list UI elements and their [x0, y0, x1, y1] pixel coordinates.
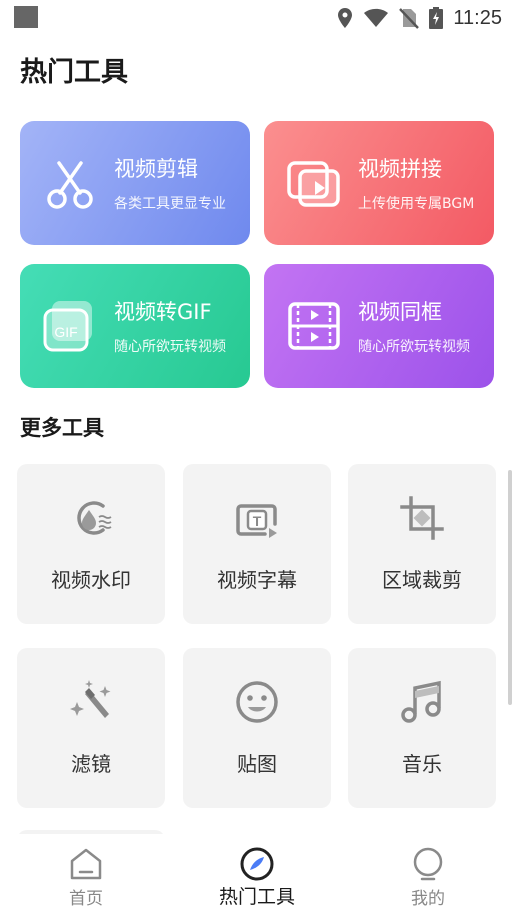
card-subtitle: 随心所欲玩转视频: [114, 339, 226, 355]
tool-label: 视频水印: [51, 568, 131, 592]
bottom-navigation: 首页 热门工具 我的: [0, 834, 514, 913]
split-video-icon: [288, 302, 340, 350]
video-stack-icon: [287, 161, 340, 207]
scissors-icon: [47, 161, 93, 209]
status-icons: 11:25: [337, 6, 502, 30]
card-title: 视频转GIF: [114, 300, 212, 324]
gif-icon: GIF: [43, 301, 92, 352]
nav-item-hot-tools[interactable]: 热门工具: [197, 834, 317, 913]
card-title: 视频同框: [358, 300, 442, 324]
svg-text:T: T: [253, 513, 262, 529]
tool-label: 区域裁剪: [382, 568, 462, 592]
wifi-icon: [364, 8, 389, 27]
nav-label: 热门工具: [218, 886, 295, 908]
music-note-icon: [401, 680, 441, 723]
status-bar: 11:25: [0, 0, 514, 36]
feature-card-video-to-gif[interactable]: GIF 视频转GIF 随心所欲玩转视频: [20, 264, 250, 388]
status-time: 11:25: [453, 6, 502, 29]
card-title: 视频剪辑: [114, 157, 198, 181]
nav-label: 首页: [69, 889, 103, 909]
profile-icon: [413, 847, 443, 881]
card-subtitle: 各类工具更显专业: [114, 196, 226, 212]
nav-label: 我的: [411, 889, 445, 909]
subtitle-icon: T: [236, 504, 277, 538]
tool-label: 滤镜: [71, 752, 111, 776]
card-subtitle: 随心所欲玩转视频: [358, 339, 470, 355]
nav-item-home[interactable]: 首页: [26, 834, 146, 913]
page-title: 热门工具: [20, 57, 128, 88]
tool-video-watermark[interactable]: 视频水印: [17, 464, 165, 624]
no-sim-icon: [399, 8, 420, 29]
feature-card-video-merge[interactable]: 视频拼接 上传使用专属BGM: [264, 121, 494, 245]
crop-icon: [400, 496, 444, 540]
feature-card-video-split-screen[interactable]: 视频同框 随心所欲玩转视频: [264, 264, 494, 388]
tool-filter[interactable]: 滤镜: [17, 648, 165, 808]
card-title: 视频拼接: [358, 157, 442, 181]
feature-card-video-edit[interactable]: 视频剪辑 各类工具更显专业: [20, 121, 250, 245]
location-icon: [338, 8, 353, 28]
battery-charging-icon: [429, 7, 444, 29]
notification-square-icon: [14, 6, 38, 28]
scrollbar[interactable]: [508, 470, 512, 705]
tool-area-crop[interactable]: 区域裁剪: [348, 464, 496, 624]
card-subtitle: 上传使用专属BGM: [358, 196, 475, 212]
home-icon: [70, 848, 102, 880]
tool-label: 贴图: [237, 752, 277, 776]
tool-music[interactable]: 音乐: [348, 648, 496, 808]
svg-text:GIF: GIF: [54, 324, 77, 340]
tool-label: 音乐: [402, 752, 442, 776]
tool-sticker[interactable]: 贴图: [183, 648, 331, 808]
nav-item-mine[interactable]: 我的: [368, 834, 488, 913]
sticker-face-icon: [236, 681, 278, 723]
tool-label: 视频字幕: [217, 568, 297, 592]
magic-wand-icon: [70, 680, 111, 718]
tools-icon: [240, 847, 274, 881]
section-title-more-tools: 更多工具: [20, 416, 104, 440]
watermark-icon: [77, 501, 112, 535]
tool-video-subtitle[interactable]: T 视频字幕: [183, 464, 331, 624]
